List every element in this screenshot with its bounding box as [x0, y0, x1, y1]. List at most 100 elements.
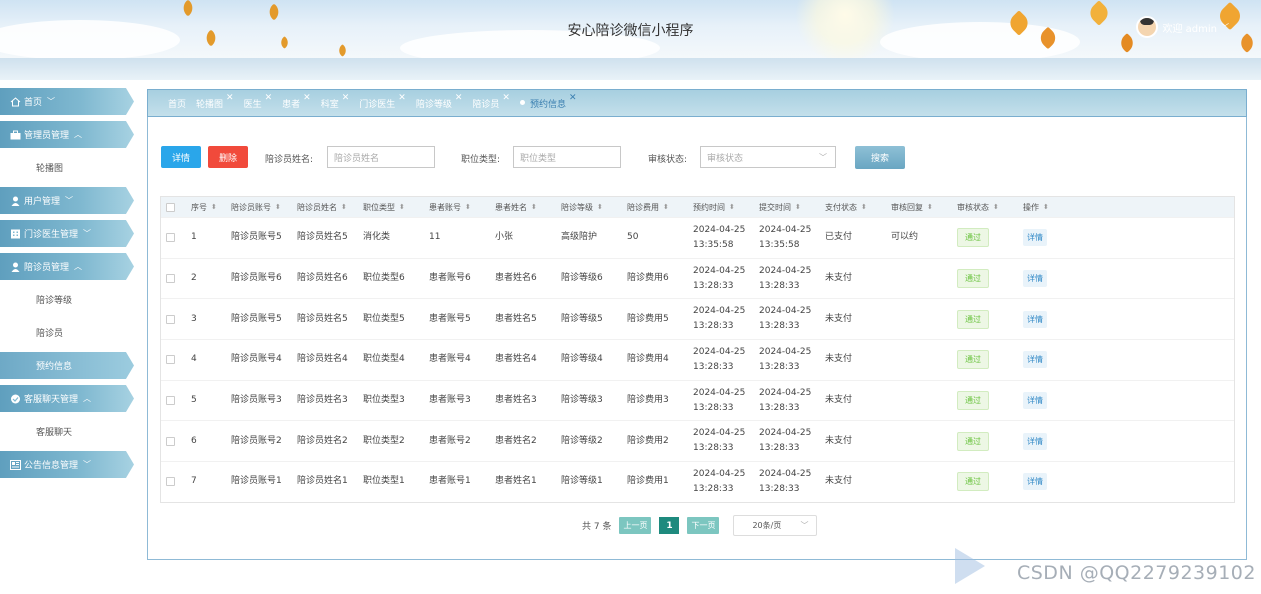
- row-detail-button[interactable]: 详情: [1023, 351, 1047, 369]
- select-all-checkbox[interactable]: [166, 202, 175, 212]
- column-header[interactable]: 审核状态 ⬍: [957, 200, 1023, 215]
- table-cell: 2024-04-25 13:28:33: [759, 426, 825, 456]
- table-cell: 消化类: [363, 230, 429, 245]
- column-header[interactable]: 陪诊员姓名 ⬍: [297, 200, 363, 215]
- row-checkbox[interactable]: [166, 396, 175, 406]
- table-cell: 职位类型5: [363, 312, 429, 327]
- sort-icon[interactable]: ⬍: [927, 200, 933, 215]
- sidebar-item-11[interactable]: 公告信息管理 ﹀: [0, 451, 134, 478]
- table-cell: 通过: [957, 472, 1023, 492]
- user-icon: [10, 262, 21, 272]
- sort-icon[interactable]: ⬍: [275, 200, 281, 215]
- tab-1[interactable]: 轮播图 ✕: [196, 93, 234, 110]
- cell-text: 3: [191, 313, 197, 324]
- tab-6[interactable]: 陪诊等级 ✕: [416, 93, 463, 110]
- close-icon[interactable]: ✕: [502, 93, 510, 103]
- row-checkbox[interactable]: [166, 274, 175, 284]
- sort-icon[interactable]: ⬍: [399, 200, 405, 215]
- position-type-input[interactable]: 职位类型: [513, 146, 621, 168]
- page-size-select[interactable]: 20条/页 ﹀: [733, 515, 818, 536]
- sidebar-item-8[interactable]: 预约信息: [0, 352, 134, 379]
- table-cell: 陪诊费用4: [627, 352, 693, 367]
- row-detail-button[interactable]: 详情: [1023, 392, 1047, 410]
- row-checkbox[interactable]: [166, 314, 175, 324]
- row-checkbox[interactable]: [166, 477, 175, 487]
- table-cell: 7: [191, 474, 231, 489]
- sidebar-item-3[interactable]: 用户管理 ﹀: [0, 187, 134, 214]
- row-detail-button[interactable]: 详情: [1023, 473, 1047, 491]
- user-menu[interactable]: 欢迎 admin ﹀: [1136, 16, 1229, 38]
- close-icon[interactable]: ✕: [342, 93, 350, 103]
- avatar[interactable]: [1136, 16, 1159, 38]
- tab-label: 患者: [282, 99, 301, 110]
- sort-icon[interactable]: ⬍: [341, 200, 347, 215]
- sort-icon[interactable]: ⬍: [861, 200, 867, 215]
- sidebar-item-1[interactable]: 管理员管理 ︿: [0, 121, 134, 148]
- close-icon[interactable]: ✕: [398, 93, 406, 103]
- table-cell: 陪诊费用3: [627, 393, 693, 408]
- sort-icon[interactable]: ⬍: [993, 200, 999, 215]
- row-checkbox[interactable]: [166, 355, 175, 365]
- audit-status-select[interactable]: 审核状态 ﹀: [700, 146, 836, 168]
- close-icon[interactable]: ✕: [226, 93, 234, 103]
- cell-text: 未支付: [825, 313, 853, 324]
- sidebar-item-2[interactable]: 轮播图: [0, 154, 134, 181]
- sort-icon[interactable]: ⬍: [597, 200, 603, 215]
- escort-name-input[interactable]: 陪诊员姓名: [327, 146, 435, 168]
- tab-7[interactable]: 陪诊员 ✕: [472, 93, 510, 110]
- cell-text: 陪诊等级4: [561, 354, 603, 365]
- column-header[interactable]: 患者姓名 ⬍: [495, 200, 561, 215]
- next-page-button[interactable]: 下一页: [687, 517, 720, 534]
- column-header[interactable]: 序号 ⬍: [191, 200, 231, 215]
- column-header[interactable]: 陪诊员账号 ⬍: [231, 200, 297, 215]
- tab-0[interactable]: 首页: [168, 97, 186, 110]
- sort-icon[interactable]: ⬍: [531, 200, 537, 215]
- prev-page-button[interactable]: 上一页: [619, 517, 652, 534]
- page-number-current[interactable]: 1: [659, 517, 680, 534]
- detail-button[interactable]: 详情: [161, 146, 201, 168]
- column-header[interactable]: 患者账号 ⬍: [429, 200, 495, 215]
- column-header[interactable]: 预约时间 ⬍: [693, 200, 759, 215]
- close-icon[interactable]: ✕: [569, 93, 577, 103]
- table-cell: 2024-04-25 13:28:33: [759, 345, 825, 375]
- sidebar-item-7[interactable]: 陪诊员: [0, 319, 134, 346]
- column-header[interactable]: 陪诊等级 ⬍: [561, 200, 627, 215]
- tab-4[interactable]: 科室 ✕: [321, 93, 350, 110]
- sort-icon[interactable]: ⬍: [795, 200, 801, 215]
- sidebar-item-9[interactable]: 客服聊天管理 ︿: [0, 385, 134, 412]
- row-detail-button[interactable]: 详情: [1023, 432, 1047, 450]
- cell-text: 陪诊员账号2: [231, 435, 282, 446]
- row-detail-button[interactable]: 详情: [1023, 229, 1047, 247]
- row-detail-button[interactable]: 详情: [1023, 310, 1047, 328]
- row-checkbox[interactable]: [166, 233, 175, 243]
- close-icon[interactable]: ✕: [265, 93, 273, 103]
- tab-5[interactable]: 门诊医生 ✕: [359, 93, 406, 110]
- column-header[interactable]: 支付状态 ⬍: [825, 200, 891, 215]
- table-cell: 陪诊员账号2: [231, 434, 297, 449]
- sort-icon[interactable]: ⬍: [729, 200, 735, 215]
- close-icon[interactable]: ✕: [303, 93, 311, 103]
- tab-8[interactable]: 预约信息 ✕: [519, 93, 577, 110]
- sidebar-item-4[interactable]: 门诊医生管理 ﹀: [0, 220, 134, 247]
- search-button[interactable]: 搜索: [855, 146, 905, 169]
- sidebar-item-10[interactable]: 客服聊天: [0, 418, 134, 445]
- column-header-label: 陪诊员账号: [231, 202, 271, 212]
- tab-2[interactable]: 医生 ✕: [244, 93, 273, 110]
- column-header[interactable]: 陪诊费用 ⬍: [627, 200, 693, 215]
- sidebar-item-5[interactable]: 陪诊员管理 ︿: [0, 253, 134, 280]
- column-header[interactable]: 提交时间 ⬍: [759, 200, 825, 215]
- sidebar-item-6[interactable]: 陪诊等级: [0, 286, 134, 313]
- sort-icon[interactable]: ⬍: [1043, 200, 1049, 215]
- row-detail-button[interactable]: 详情: [1023, 270, 1047, 288]
- row-checkbox[interactable]: [166, 436, 175, 446]
- sort-icon[interactable]: ⬍: [465, 200, 471, 215]
- column-header[interactable]: 操作 ⬍: [1023, 200, 1089, 215]
- column-header[interactable]: 职位类型 ⬍: [363, 200, 429, 215]
- sort-icon[interactable]: ⬍: [663, 200, 669, 215]
- tab-3[interactable]: 患者 ✕: [282, 93, 311, 110]
- close-icon[interactable]: ✕: [455, 93, 463, 103]
- delete-button[interactable]: 删除: [208, 146, 248, 168]
- column-header[interactable]: 审核回复 ⬍: [891, 200, 957, 215]
- sidebar-item-0[interactable]: 首页 ﹀: [0, 88, 134, 115]
- sort-icon[interactable]: ⬍: [211, 200, 217, 215]
